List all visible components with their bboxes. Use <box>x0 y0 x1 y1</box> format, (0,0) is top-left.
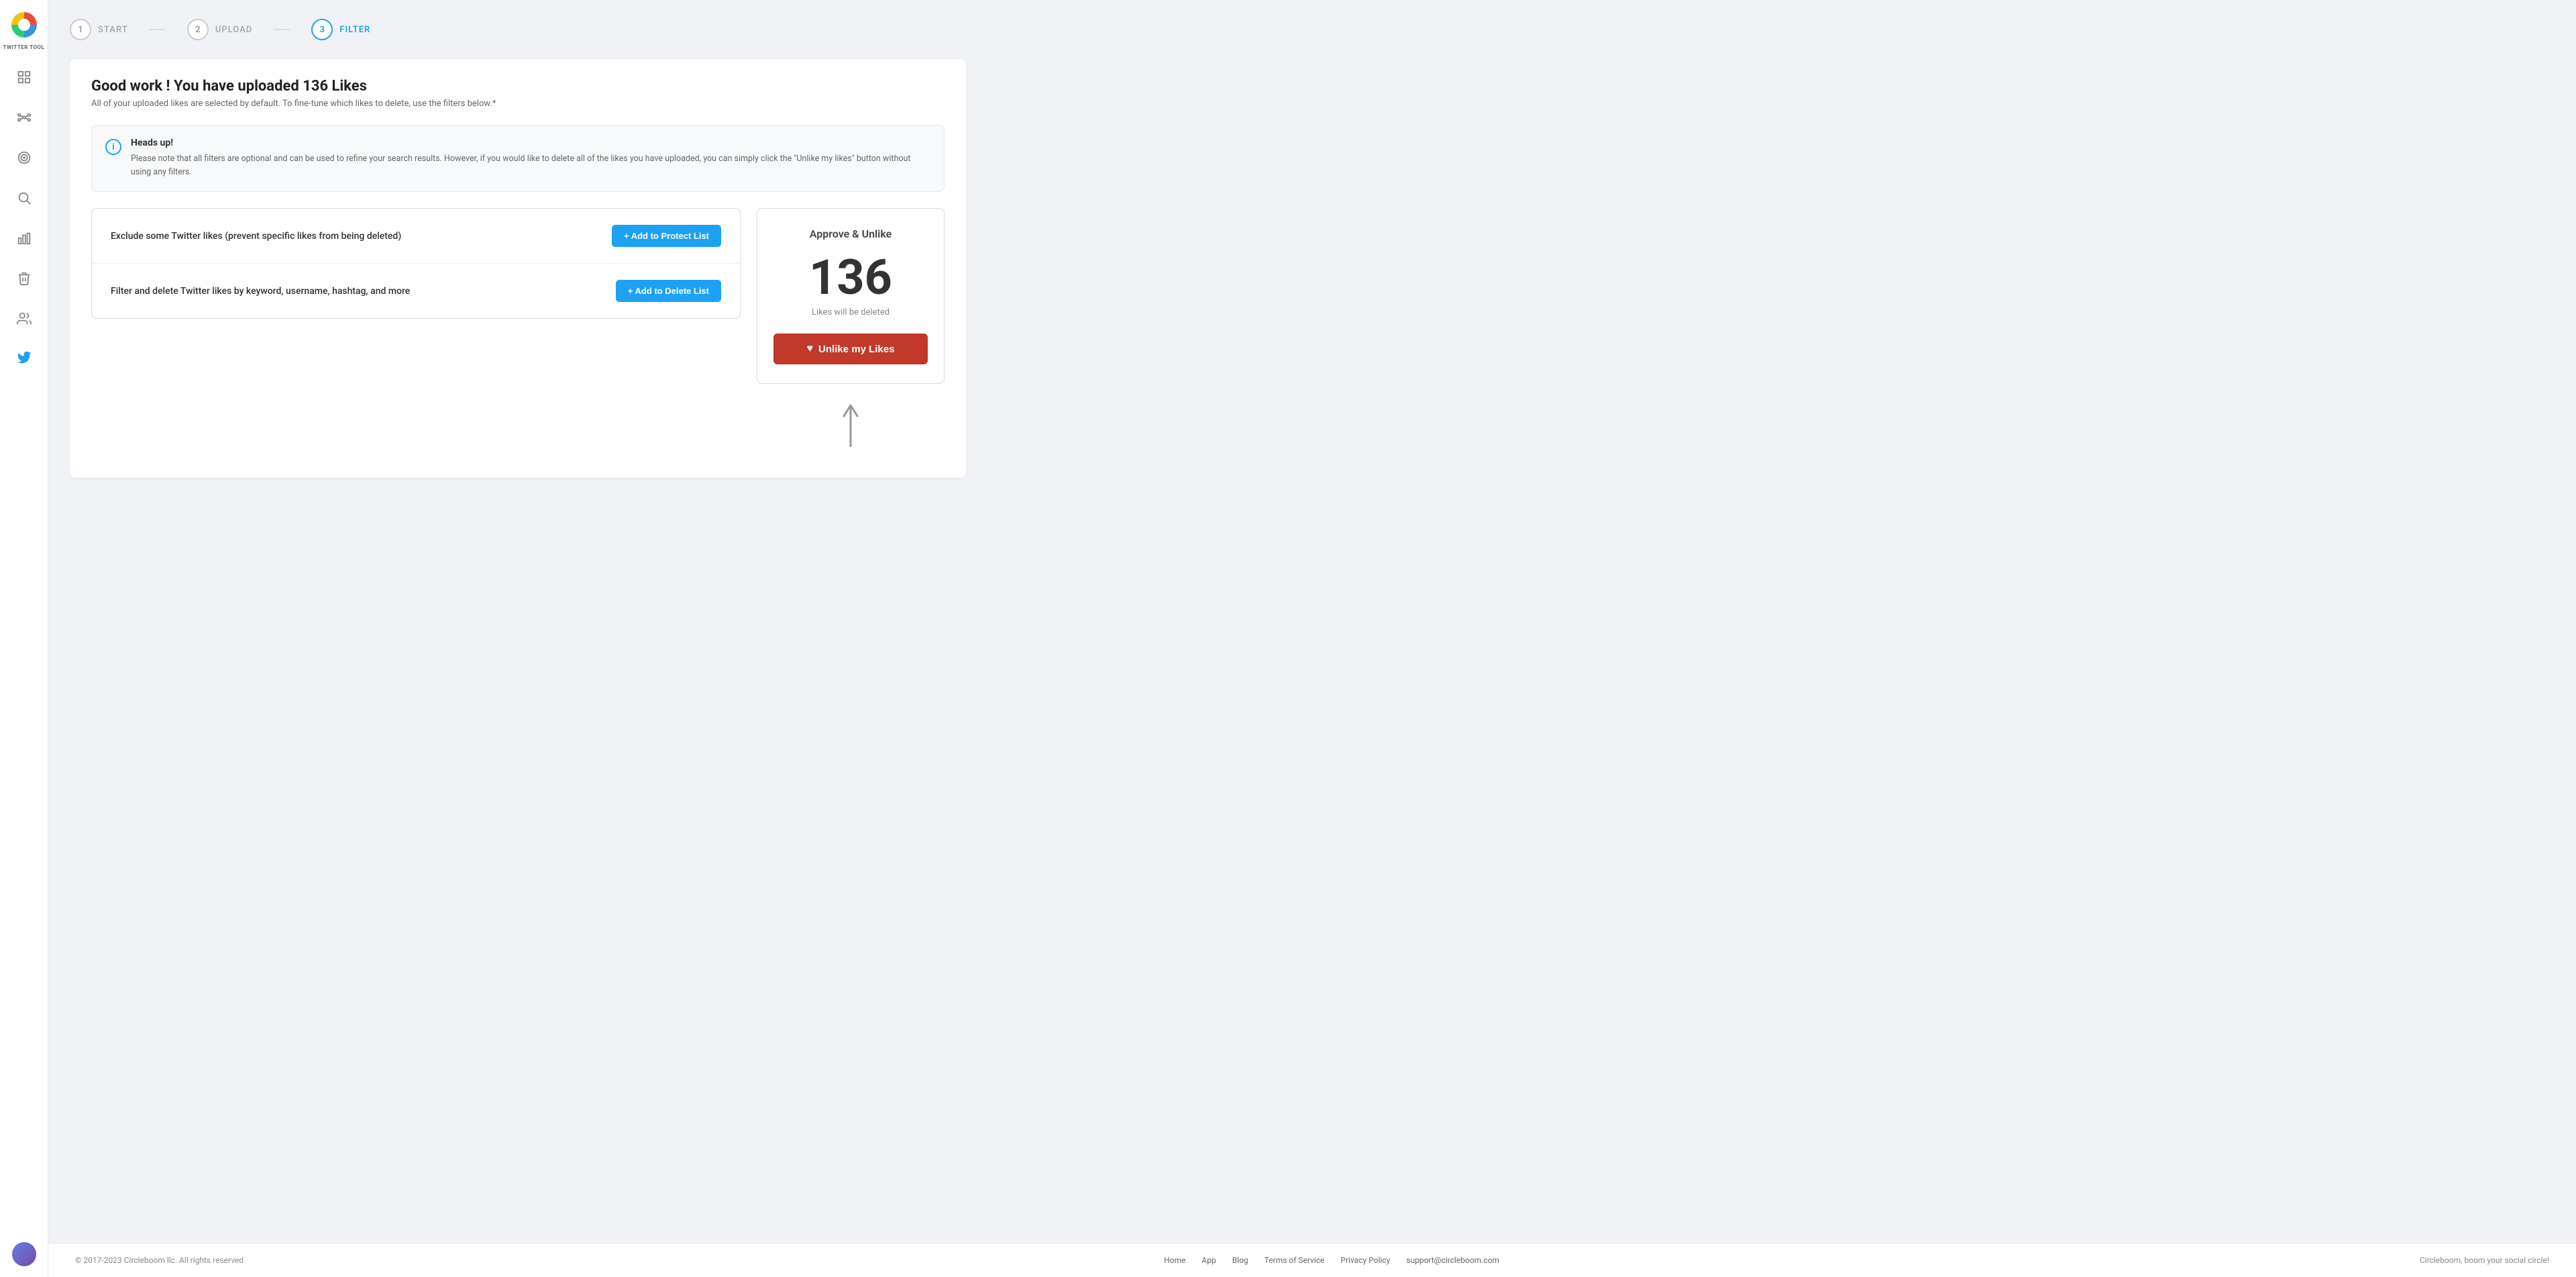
sidebar-item-delete[interactable] <box>11 265 38 292</box>
sidebar-nav <box>11 64 38 1242</box>
app-logo[interactable] <box>10 11 38 39</box>
add-protect-list-button[interactable]: + Add to Protect List <box>612 225 721 247</box>
arrow-indicator <box>757 395 945 459</box>
step-2: 2 UPLOAD <box>187 19 252 40</box>
approve-panel: Approve & Unlike 136 Likes will be delet… <box>757 208 945 459</box>
step-2-circle: 2 <box>187 19 209 40</box>
notice-title: Heads up! <box>131 138 930 148</box>
sidebar-item-dashboard[interactable] <box>11 64 38 91</box>
approve-title: Approve & Unlike <box>773 227 928 240</box>
step-1: 1 START <box>70 19 128 40</box>
target-icon <box>17 150 32 165</box>
notice-content: Heads up! Please note that all filters a… <box>131 138 930 179</box>
unlike-button-label: Unlike my Likes <box>818 344 894 355</box>
footer-link-home[interactable]: Home <box>1164 1256 1185 1265</box>
notice-text: Please note that all filters are optiona… <box>131 152 930 179</box>
filter-item-delete: Filter and delete Twitter likes by keywo… <box>92 264 740 318</box>
footer: © 2017-2023 Circleboom llc. All rights r… <box>48 1243 2576 1277</box>
step-1-circle: 1 <box>70 19 91 40</box>
footer-tagline: Circleboom, boom your social circle! <box>2420 1256 2549 1265</box>
step-3-circle: 3 <box>311 19 333 40</box>
sidebar: TWITTER TOOL <box>0 0 48 1277</box>
filter-protect-label: Exclude some Twitter likes (prevent spec… <box>111 231 401 242</box>
search-icon <box>17 191 32 205</box>
approve-card: Approve & Unlike 136 Likes will be delet… <box>757 208 945 384</box>
step-1-label: START <box>98 25 128 35</box>
step-2-label: UPLOAD <box>215 25 252 35</box>
page-subtitle: All of your uploaded likes are selected … <box>91 99 945 109</box>
user-avatar[interactable] <box>12 1242 36 1266</box>
footer-link-app[interactable]: App <box>1201 1256 1216 1265</box>
step-3: 3 FILTER <box>311 19 370 40</box>
sidebar-item-network[interactable] <box>11 104 38 131</box>
main-row: Exclude some Twitter likes (prevent spec… <box>91 208 945 459</box>
bar-chart-icon <box>17 231 32 246</box>
filters-column: Exclude some Twitter likes (prevent spec… <box>91 208 741 319</box>
footer-links: Home App Blog Terms of Service Privacy P… <box>1164 1256 1499 1265</box>
step-3-label: FILTER <box>339 25 370 35</box>
filter-delete-label: Filter and delete Twitter likes by keywo… <box>111 286 410 297</box>
unlike-button[interactable]: ♥ Unlike my Likes <box>773 334 928 364</box>
heart-icon: ♥ <box>807 343 814 355</box>
steps-indicator: 1 START 2 UPLOAD 3 FILTER <box>70 19 966 40</box>
footer-link-privacy[interactable]: Privacy Policy <box>1340 1256 1390 1265</box>
main-content: 1 START 2 UPLOAD 3 FILTER Good work ! Yo… <box>48 0 2576 1277</box>
step-connector-1 <box>150 29 166 30</box>
add-delete-list-button[interactable]: + Add to Delete List <box>616 280 721 302</box>
page-title: Good work ! You have uploaded 136 Likes <box>91 78 945 95</box>
footer-link-terms[interactable]: Terms of Service <box>1265 1256 1325 1265</box>
main-card: Good work ! You have uploaded 136 Likes … <box>70 59 966 478</box>
sidebar-item-users[interactable] <box>11 305 38 332</box>
footer-link-blog[interactable]: Blog <box>1232 1256 1248 1265</box>
up-arrow-icon <box>839 400 863 454</box>
approve-description: Likes will be deleted <box>773 307 928 317</box>
step-connector-2 <box>274 29 290 30</box>
sidebar-item-twitter[interactable] <box>11 346 38 372</box>
trash-icon <box>17 271 32 286</box>
nodes-icon <box>17 110 32 125</box>
sidebar-item-analytics[interactable] <box>11 225 38 252</box>
filter-card: Exclude some Twitter likes (prevent spec… <box>91 208 741 319</box>
sidebar-item-target[interactable] <box>11 144 38 171</box>
footer-copyright: © 2017-2023 Circleboom llc. All rights r… <box>75 1256 244 1265</box>
twitter-icon <box>17 352 32 366</box>
users-icon <box>17 311 32 326</box>
notice-box: i Heads up! Please note that all filters… <box>91 125 945 192</box>
info-icon: i <box>105 139 121 155</box>
filter-item-protect: Exclude some Twitter likes (prevent spec… <box>92 209 740 264</box>
approve-count: 136 <box>773 254 928 302</box>
grid-icon <box>17 70 32 85</box>
app-label: TWITTER TOOL <box>3 44 45 50</box>
sidebar-item-search[interactable] <box>11 185 38 211</box>
footer-link-support[interactable]: support@circleboom.com <box>1406 1256 1499 1265</box>
